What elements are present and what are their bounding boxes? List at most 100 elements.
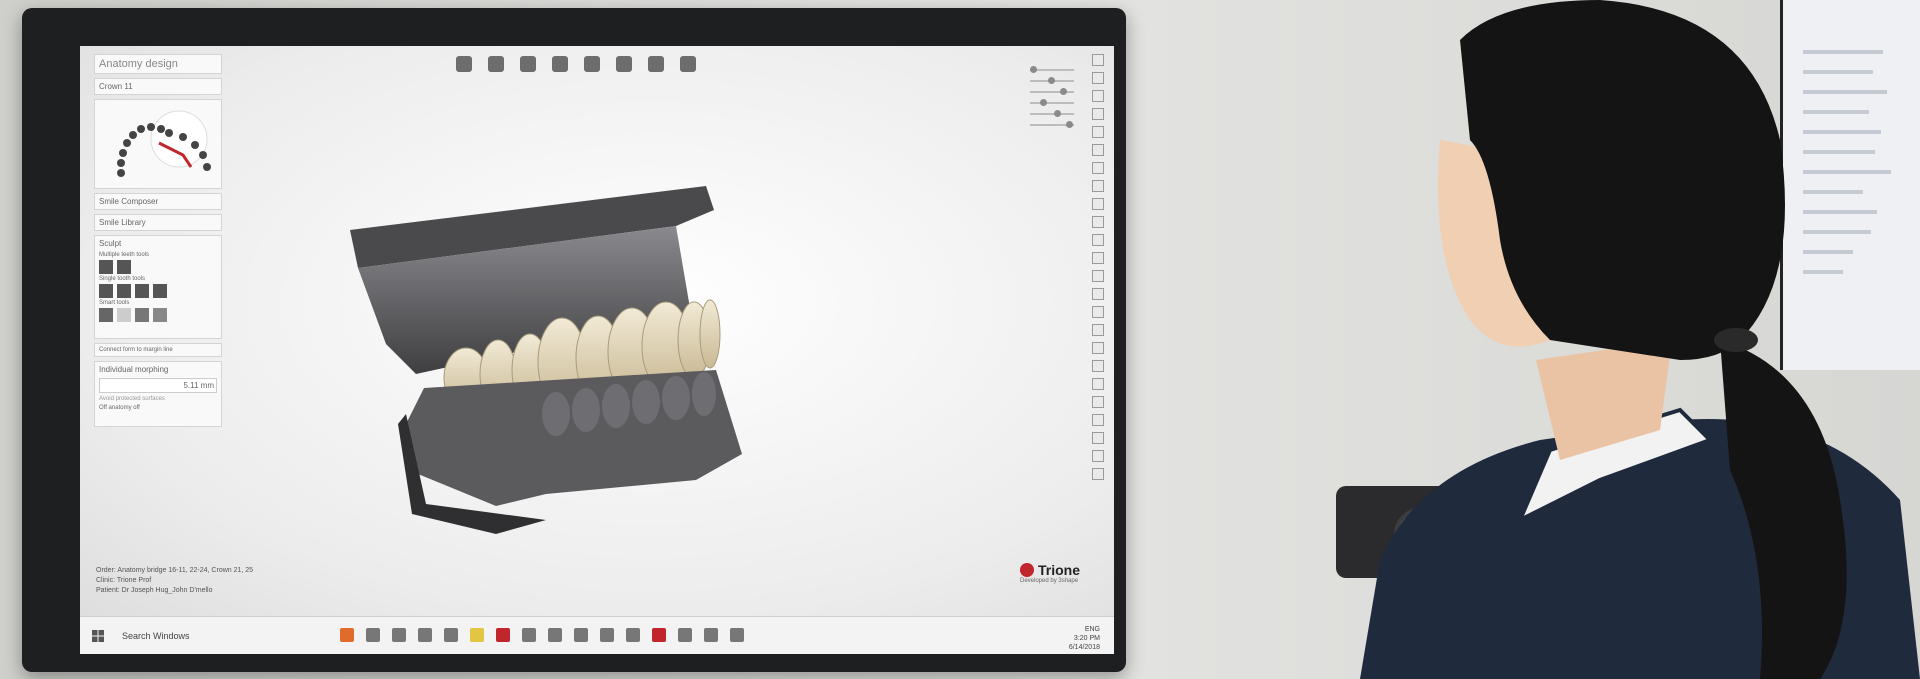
tooth-shape-icon[interactable]	[153, 284, 167, 298]
tool-icon[interactable]	[1092, 54, 1104, 66]
view-side-icon[interactable]	[648, 56, 664, 72]
smart-fill-icon[interactable]	[153, 308, 167, 322]
distance-field[interactable]: 5.11 mm	[99, 378, 217, 393]
dental-model[interactable]	[346, 174, 806, 534]
tray-time: 3:20 PM	[1073, 635, 1100, 642]
trione-mark-icon	[1020, 563, 1034, 577]
tool-icon[interactable]	[1092, 432, 1104, 444]
trione-logo: Trione Developed by 3shape	[1020, 562, 1080, 584]
individual-morphing-title: Individual morphing	[99, 365, 169, 374]
app-icon[interactable]	[626, 628, 640, 642]
tool-icon[interactable]	[1092, 126, 1104, 138]
tooth-tool-icon[interactable]	[488, 56, 504, 72]
tray-lang: ENG	[1084, 626, 1100, 633]
opacity-slider[interactable]	[1030, 99, 1074, 106]
folder-icon[interactable]	[418, 628, 432, 642]
app-icon[interactable]	[704, 628, 718, 642]
case-info: Order: Anatomy bridge 16-11, 22-24, Crow…	[96, 566, 253, 596]
tool-icon[interactable]	[1092, 396, 1104, 408]
cusp-tool-icon[interactable]	[135, 284, 149, 298]
rotate-tool-icon[interactable]	[99, 284, 113, 298]
tool-icon[interactable]	[1092, 360, 1104, 372]
lower-arch	[406, 370, 742, 506]
app-icon[interactable]	[678, 628, 692, 642]
opacity-slider[interactable]	[1030, 66, 1074, 73]
upper-jaw-icon[interactable]	[520, 56, 536, 72]
tool-icon[interactable]	[1092, 180, 1104, 192]
protected-surfaces-option[interactable]: Avoid protected surfaces	[99, 396, 217, 402]
connect-margin-label[interactable]: Connect form to margin line	[94, 343, 222, 357]
single-tooth-label: Single tooth tools	[99, 276, 146, 282]
tool-icon[interactable]	[1092, 72, 1104, 84]
3d-viewport[interactable]: Anatomy design Crown 11 Smile Composer S…	[80, 46, 1114, 616]
tool-icon[interactable]	[1092, 162, 1104, 174]
windows-start-icon[interactable]	[92, 630, 104, 642]
opacity-slider[interactable]	[1030, 121, 1074, 128]
tool-icon[interactable]	[1092, 306, 1104, 318]
tool-icon[interactable]	[1092, 270, 1104, 282]
opacity-slider[interactable]	[1030, 110, 1074, 117]
pointer-icon[interactable]	[456, 56, 472, 72]
tool-icon[interactable]	[1092, 324, 1104, 336]
smart-brush-icon[interactable]	[99, 308, 113, 322]
sculpt-title: Sculpt	[99, 239, 122, 248]
opacity-slider[interactable]	[1030, 77, 1074, 84]
tool-icon[interactable]	[1092, 252, 1104, 264]
app-icon[interactable]	[340, 628, 354, 642]
tool-icon[interactable]	[1092, 450, 1104, 462]
app-icon[interactable]	[522, 628, 536, 642]
play-icon[interactable]	[652, 628, 666, 642]
brand-sub: Developed by 3shape	[1020, 578, 1079, 584]
order-info: Order: Anatomy bridge 16-11, 22-24, Crow…	[96, 567, 254, 574]
bite-icon[interactable]	[584, 56, 600, 72]
app-icon[interactable]	[574, 628, 588, 642]
tool-icon[interactable]	[1092, 90, 1104, 102]
view-front-icon[interactable]	[616, 56, 632, 72]
tool-icon[interactable]	[1092, 234, 1104, 246]
multiple-teeth-label: Multiple teeth tools	[99, 252, 150, 258]
scale-tool-icon[interactable]	[117, 284, 131, 298]
design-panel: Anatomy design Crown 11 Smile Composer S…	[94, 54, 222, 552]
app-icon[interactable]	[366, 628, 380, 642]
tooth-chart-icon	[117, 110, 211, 177]
smart-pin-icon[interactable]	[135, 308, 149, 322]
move-tool-icon[interactable]	[117, 260, 131, 274]
app-icon[interactable]	[730, 628, 744, 642]
tool-icon[interactable]	[1092, 288, 1104, 300]
tool-icon[interactable]	[1092, 198, 1104, 210]
smile-composer-button[interactable]: Smile Composer	[94, 193, 222, 210]
lower-jaw-icon[interactable]	[552, 56, 568, 72]
app-icon[interactable]	[392, 628, 406, 642]
patient-info: Patient: Dr Joseph Hug_John D'mello	[96, 587, 213, 594]
crown-selector[interactable]: Crown 11	[94, 78, 222, 95]
opacity-slider[interactable]	[1030, 88, 1074, 95]
tool-icon[interactable]	[1092, 414, 1104, 426]
tool-icon[interactable]	[1092, 342, 1104, 354]
tool-icon[interactable]	[1092, 468, 1104, 480]
smart-wax-icon[interactable]	[117, 308, 131, 322]
app-icon[interactable]	[496, 628, 510, 642]
view-toolbar	[456, 56, 696, 72]
system-tray[interactable]: ENG 3:20 PM 6/14/2018	[1069, 625, 1100, 652]
tool-icon[interactable]	[1092, 216, 1104, 228]
single-tooth-tools	[99, 284, 217, 298]
taskbar-search[interactable]: Search Windows	[122, 631, 190, 641]
app-icon[interactable]	[600, 628, 614, 642]
app-icon[interactable]	[548, 628, 562, 642]
smart-tools	[99, 308, 217, 322]
brand-name: Trione	[1038, 562, 1081, 578]
app-icon[interactable]	[470, 628, 484, 642]
tool-icon[interactable]	[1092, 378, 1104, 390]
tool-icon[interactable]	[1092, 108, 1104, 120]
smile-library-section[interactable]: Smile Library	[94, 214, 222, 231]
taskbar-apps	[340, 628, 744, 642]
globe-icon[interactable]	[680, 56, 696, 72]
hair-tie	[1714, 328, 1758, 352]
morph-tool-icon[interactable]	[99, 260, 113, 274]
tooth-chart[interactable]	[94, 99, 222, 189]
app-icon[interactable]	[444, 628, 458, 642]
tray-date: 6/14/2018	[1068, 644, 1100, 651]
visibility-sliders	[1030, 60, 1074, 135]
tool-icon[interactable]	[1092, 144, 1104, 156]
anatomy-off-checkbox[interactable]: Off anatomy off	[99, 405, 217, 411]
